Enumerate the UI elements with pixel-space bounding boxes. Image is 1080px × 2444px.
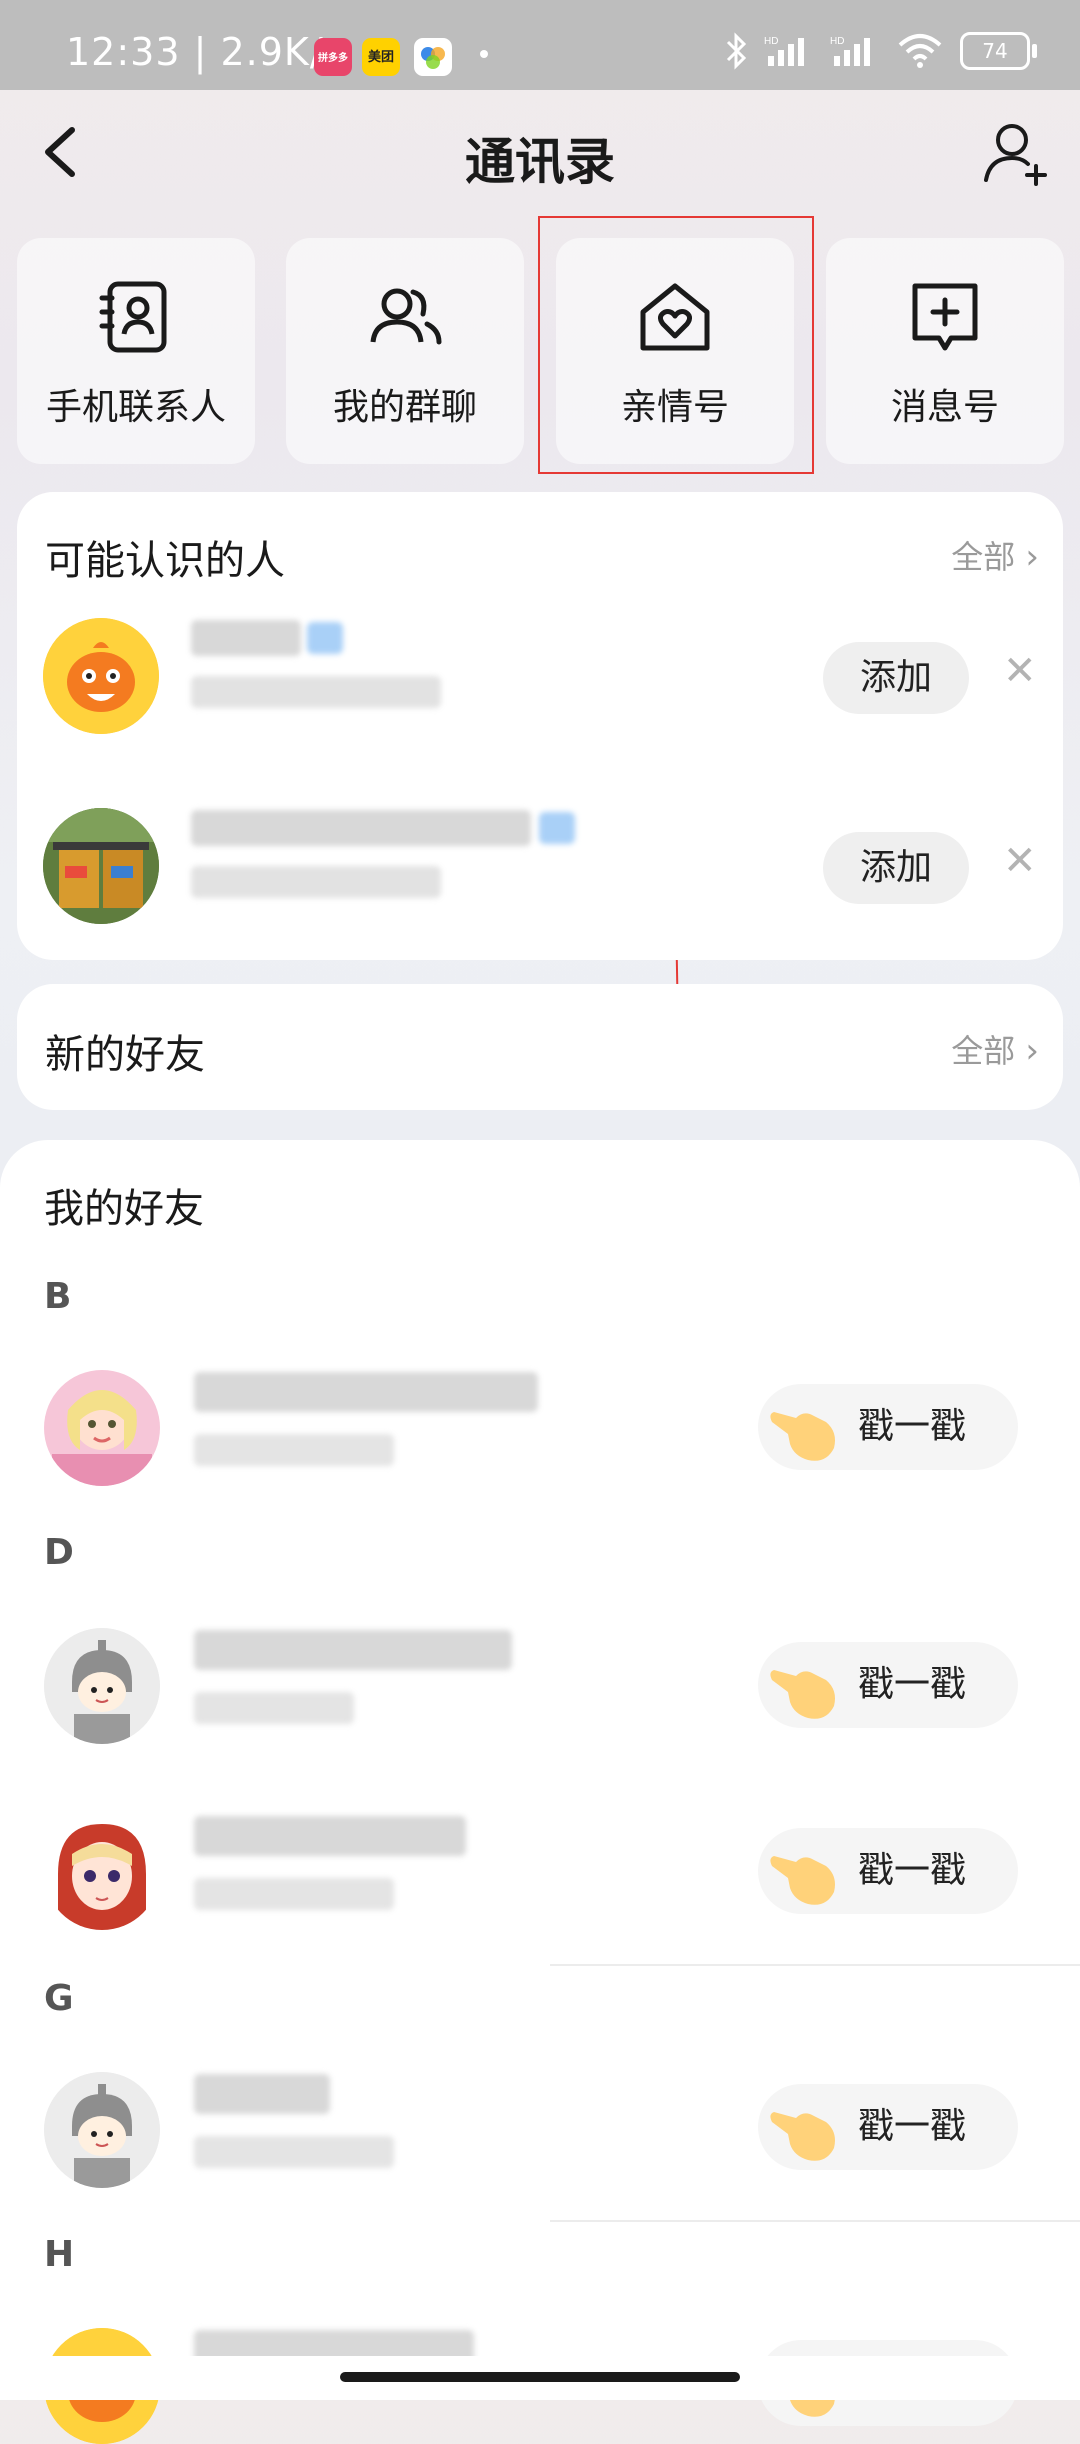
blurred-name [194,2074,330,2114]
suggestions-all-link[interactable]: 全部 › [951,532,1039,578]
blurred-subtitle [194,1434,394,1466]
poke-button[interactable]: 戳一戳 [758,1384,1018,1470]
blurred-badge [307,622,343,654]
new-friends-card[interactable]: 新的好友 全部 › [17,984,1063,1110]
battery-indicator: 74 [960,32,1037,70]
blurred-subtitle [194,1692,354,1724]
svg-text:HD: HD [830,36,844,47]
pinduoduo-app-icon: 拼多多 [314,38,352,76]
status-indicators: HD HD 74 [724,32,1037,70]
poke-button[interactable]: 戳一戳 [758,2084,1018,2170]
avatar[interactable] [44,1628,160,1744]
avatar[interactable] [44,1370,160,1486]
tile-phone-contacts[interactable]: 手机联系人 [17,238,255,464]
pointing-hand-icon [770,2112,835,2161]
divider [550,1964,1080,1966]
divider [550,2220,1080,2222]
tile-label: 手机联系人 [45,387,226,428]
poke-label: 戳一戳 [858,1664,967,1705]
tile-label: 消息号 [890,387,999,428]
group-icon [370,288,442,345]
index-letter: D [44,1532,74,1573]
status-time: 12:33 | 2.9K/s [66,30,345,74]
poke-button[interactable]: 戳一戳 [758,1642,1018,1728]
blurred-subtitle [191,866,441,898]
svg-text:HD: HD [764,36,778,47]
poke-label: 戳一戳 [858,1406,967,1447]
add-button[interactable]: 添加 [823,832,969,904]
friends-title: 我的好友 [44,1186,204,1232]
signal-icon: HD [764,36,804,66]
wifi-icon [898,34,942,68]
message-plus-icon [912,283,978,351]
status-bar: 12:33 | 2.9K/s 拼多多 美团 HD HD 74 [0,0,1080,90]
bluetooth-icon [726,32,747,70]
contacts-book-icon [99,281,167,353]
blurred-name [194,1372,538,1412]
pointing-hand-icon [770,1670,835,1719]
notification-dot [480,50,488,58]
blurred-name [194,1816,466,1856]
avatar[interactable] [43,808,159,924]
tile-message-number[interactable]: 消息号 [826,238,1064,464]
add-contact-icon[interactable] [980,116,1052,188]
new-friends-all-link[interactable]: 全部 › [951,1026,1039,1072]
index-letter: G [44,1978,74,2019]
suggestions-title: 可能认识的人 [45,538,285,584]
suggestions-card: 可能认识的人 全部 › 添加 ✕ 添加 ✕ [17,492,1063,960]
blurred-badge [539,812,575,844]
home-indicator[interactable] [340,2372,740,2382]
friends-section: 我的好友 B 戳一戳 D 戳一戳 戳一戳 G 戳一戳 H [0,1140,1080,2444]
index-letter: H [44,2234,75,2275]
tile-label: 我的群聊 [332,387,477,428]
poke-label: 戳一戳 [858,1850,967,1891]
blurred-name [191,810,531,846]
avatar[interactable] [44,2072,160,2188]
blurred-name [191,620,301,656]
avatar[interactable] [43,618,159,734]
blurred-subtitle [191,676,441,708]
blurred-subtitle [194,2136,394,2168]
avatar[interactable] [44,1814,160,1930]
index-letter: B [44,1276,72,1317]
tile-my-groups[interactable]: 我的群聊 [286,238,524,464]
highlight-box [538,216,814,474]
pointing-hand-icon [770,1856,835,1905]
blurred-name [194,1630,512,1670]
blurred-subtitle [194,1878,394,1910]
dismiss-icon[interactable]: ✕ [1003,648,1037,694]
poke-button[interactable]: 戳一戳 [758,1828,1018,1914]
pointing-hand-icon [770,1412,835,1461]
poke-label: 戳一戳 [858,2106,967,2147]
signal-icon-2: HD [830,36,870,66]
dismiss-icon[interactable]: ✕ [1003,838,1037,884]
page-title: 通讯录 [465,133,615,191]
new-friends-title: 新的好友 [45,1032,205,1078]
meituan-app-icon: 美团 [362,38,400,76]
add-button[interactable]: 添加 [823,642,969,714]
app-icon [414,38,452,76]
